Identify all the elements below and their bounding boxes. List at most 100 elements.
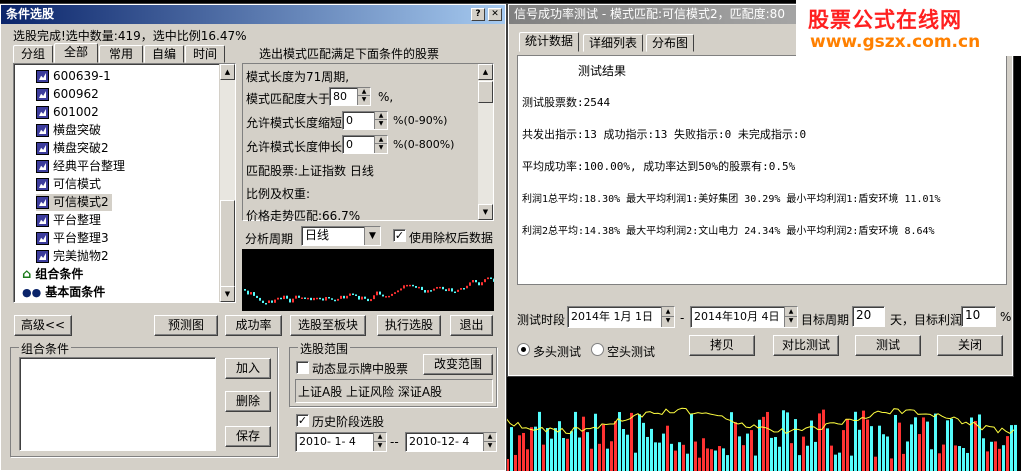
formula-icon bbox=[36, 124, 49, 137]
copy-button[interactable]: 拷贝 bbox=[689, 335, 755, 356]
formula-icon bbox=[36, 106, 49, 119]
volume-bar bbox=[830, 445, 833, 471]
predict-chart-button[interactable]: 预测图 bbox=[154, 315, 218, 336]
test-button[interactable]: 测试 bbox=[855, 335, 921, 356]
history-checkbox[interactable]: ✓ bbox=[296, 414, 309, 427]
scroll-up-icon[interactable]: ▲ bbox=[478, 64, 493, 80]
tree-item[interactable]: 600639-1 bbox=[36, 68, 111, 85]
scroll-thumb[interactable] bbox=[478, 81, 493, 103]
formula-icon bbox=[36, 178, 49, 191]
tree-item[interactable]: 平台整理3 bbox=[36, 230, 109, 247]
candle bbox=[340, 295, 342, 299]
volume-bar bbox=[510, 427, 513, 471]
tree-group-combo[interactable]: ⌂ 组合条件 bbox=[22, 266, 83, 283]
tree-item[interactable]: 可信模式 bbox=[36, 176, 101, 193]
close-button[interactable]: 关闭 bbox=[937, 335, 1003, 356]
change-range-button[interactable]: 改变范围 bbox=[423, 354, 493, 375]
candle bbox=[310, 297, 312, 301]
tab-all[interactable]: 全部 bbox=[54, 43, 98, 63]
candle bbox=[265, 303, 267, 305]
success-rate-button[interactable]: 成功率 bbox=[225, 315, 282, 336]
exit-button[interactable]: 退出 bbox=[450, 315, 493, 336]
volume-bar bbox=[802, 436, 805, 471]
volume-bar bbox=[614, 421, 617, 471]
volume-bar bbox=[706, 448, 709, 471]
save-button[interactable]: 保存 bbox=[225, 426, 271, 447]
start-date-input[interactable]: 2014年 1月 1日 ▲ ▼ bbox=[567, 306, 675, 328]
volume-bar bbox=[554, 428, 557, 471]
tab-common[interactable]: 常用 bbox=[99, 45, 143, 63]
dynamic-show-checkbox[interactable] bbox=[296, 361, 309, 374]
scroll-up-icon[interactable]: ▲ bbox=[220, 64, 235, 80]
compare-test-button[interactable]: 对比测试 bbox=[773, 335, 839, 356]
tab-detail-list[interactable]: 详细列表 bbox=[583, 34, 643, 52]
short-test-radio[interactable] bbox=[591, 343, 604, 356]
tree-item[interactable]: 横盘突破2 bbox=[36, 140, 109, 157]
spinner-icon[interactable]: ▲ ▼ bbox=[374, 136, 387, 153]
tree-scrollbar[interactable]: ▲ ▼ bbox=[219, 64, 235, 302]
delete-button[interactable]: 删除 bbox=[225, 391, 271, 412]
execute-filter-button[interactable]: 执行选股 bbox=[377, 315, 441, 336]
formula-tree[interactable]: 600639-1 600962 601002 横盘突破 横盘突破2 经典平台整理… bbox=[13, 63, 236, 303]
condition-scrollbar[interactable]: ▲ ▼ bbox=[477, 64, 493, 220]
tree-item-selected[interactable]: 可信模式2 bbox=[36, 194, 112, 211]
tree-item[interactable]: 横盘突破 bbox=[36, 122, 101, 139]
tab-group[interactable]: 分组 bbox=[13, 45, 53, 63]
spinner-icon[interactable]: ▲ ▼ bbox=[483, 433, 496, 451]
stock-filter-titlebar[interactable]: 条件选股 bbox=[1, 5, 505, 24]
volume-bar bbox=[674, 450, 677, 471]
stretch-input[interactable]: 0 ▲ ▼ bbox=[342, 135, 388, 154]
volume-bar bbox=[582, 416, 585, 471]
spinner-icon[interactable]: ▲ ▼ bbox=[373, 433, 386, 451]
candle bbox=[466, 285, 468, 289]
target-period-input[interactable]: 20 bbox=[852, 306, 885, 327]
scroll-down-icon[interactable]: ▼ bbox=[478, 204, 493, 220]
match-degree-input[interactable]: 80 ▲ ▼ bbox=[329, 87, 371, 106]
tab-time[interactable]: 时间 bbox=[185, 45, 225, 63]
tree-item[interactable]: 完美抛物2 bbox=[36, 248, 109, 265]
candle bbox=[400, 288, 402, 291]
to-block-button[interactable]: 选股至板块 bbox=[290, 315, 366, 336]
end-date-input[interactable]: 2014年10月 4日 ▲ ▼ bbox=[690, 306, 798, 328]
tab-distribution[interactable]: 分布图 bbox=[646, 34, 694, 52]
candle bbox=[451, 288, 453, 292]
target-profit-input[interactable]: 10 bbox=[961, 306, 996, 327]
volume-bar bbox=[562, 438, 565, 471]
use-adjusted-checkbox[interactable]: ✓ bbox=[393, 229, 406, 242]
spinner-icon[interactable]: ▲ ▼ bbox=[661, 307, 674, 327]
formula-icon bbox=[36, 70, 49, 83]
tree-item[interactable]: 平台整理 bbox=[36, 212, 101, 229]
combo-condition-list[interactable] bbox=[19, 357, 216, 451]
tab-statistics[interactable]: 统计数据 bbox=[519, 32, 579, 52]
candle bbox=[439, 286, 441, 289]
help-icon[interactable]: ? bbox=[471, 8, 485, 21]
spinner-icon[interactable]: ▲ ▼ bbox=[357, 88, 370, 105]
chevron-down-icon[interactable]: ▼ bbox=[364, 227, 380, 245]
advanced-button[interactable]: 高级<< bbox=[14, 315, 72, 336]
tree-item[interactable]: 601002 bbox=[36, 104, 99, 121]
cond-weights: 比例及权重: bbox=[246, 187, 311, 201]
scroll-down-icon[interactable]: ▼ bbox=[220, 286, 235, 302]
spinner-icon[interactable]: ▲ ▼ bbox=[374, 112, 387, 129]
volume-bar bbox=[522, 432, 525, 471]
test-period-label: 测试时段 bbox=[517, 313, 566, 327]
tree-item[interactable]: 600962 bbox=[36, 86, 99, 103]
scroll-thumb[interactable] bbox=[220, 200, 235, 288]
candle bbox=[250, 292, 252, 295]
spinner-icon[interactable]: ▲ ▼ bbox=[784, 307, 797, 327]
shrink-input[interactable]: 0 ▲ ▼ bbox=[342, 111, 388, 130]
candle bbox=[334, 299, 336, 302]
close-icon[interactable]: ✕ bbox=[488, 8, 502, 21]
volume-bar bbox=[590, 448, 593, 471]
tab-custom[interactable]: 自编 bbox=[144, 45, 184, 63]
volume-bar bbox=[990, 441, 993, 471]
volume-bar bbox=[866, 419, 869, 471]
tree-group-fundamental[interactable]: ●● 基本面条件 bbox=[22, 284, 105, 301]
period-select[interactable]: 日线 ▼ bbox=[301, 226, 381, 246]
long-test-radio[interactable] bbox=[517, 343, 530, 356]
history-date-from[interactable]: 2010- 1- 4 ▲ ▼ bbox=[295, 432, 387, 452]
add-button[interactable]: 加入 bbox=[225, 358, 271, 379]
history-date-to[interactable]: 2010-12- 4 ▲ ▼ bbox=[405, 432, 497, 452]
volume-bar bbox=[858, 429, 861, 471]
tree-item[interactable]: 经典平台整理 bbox=[36, 158, 125, 175]
